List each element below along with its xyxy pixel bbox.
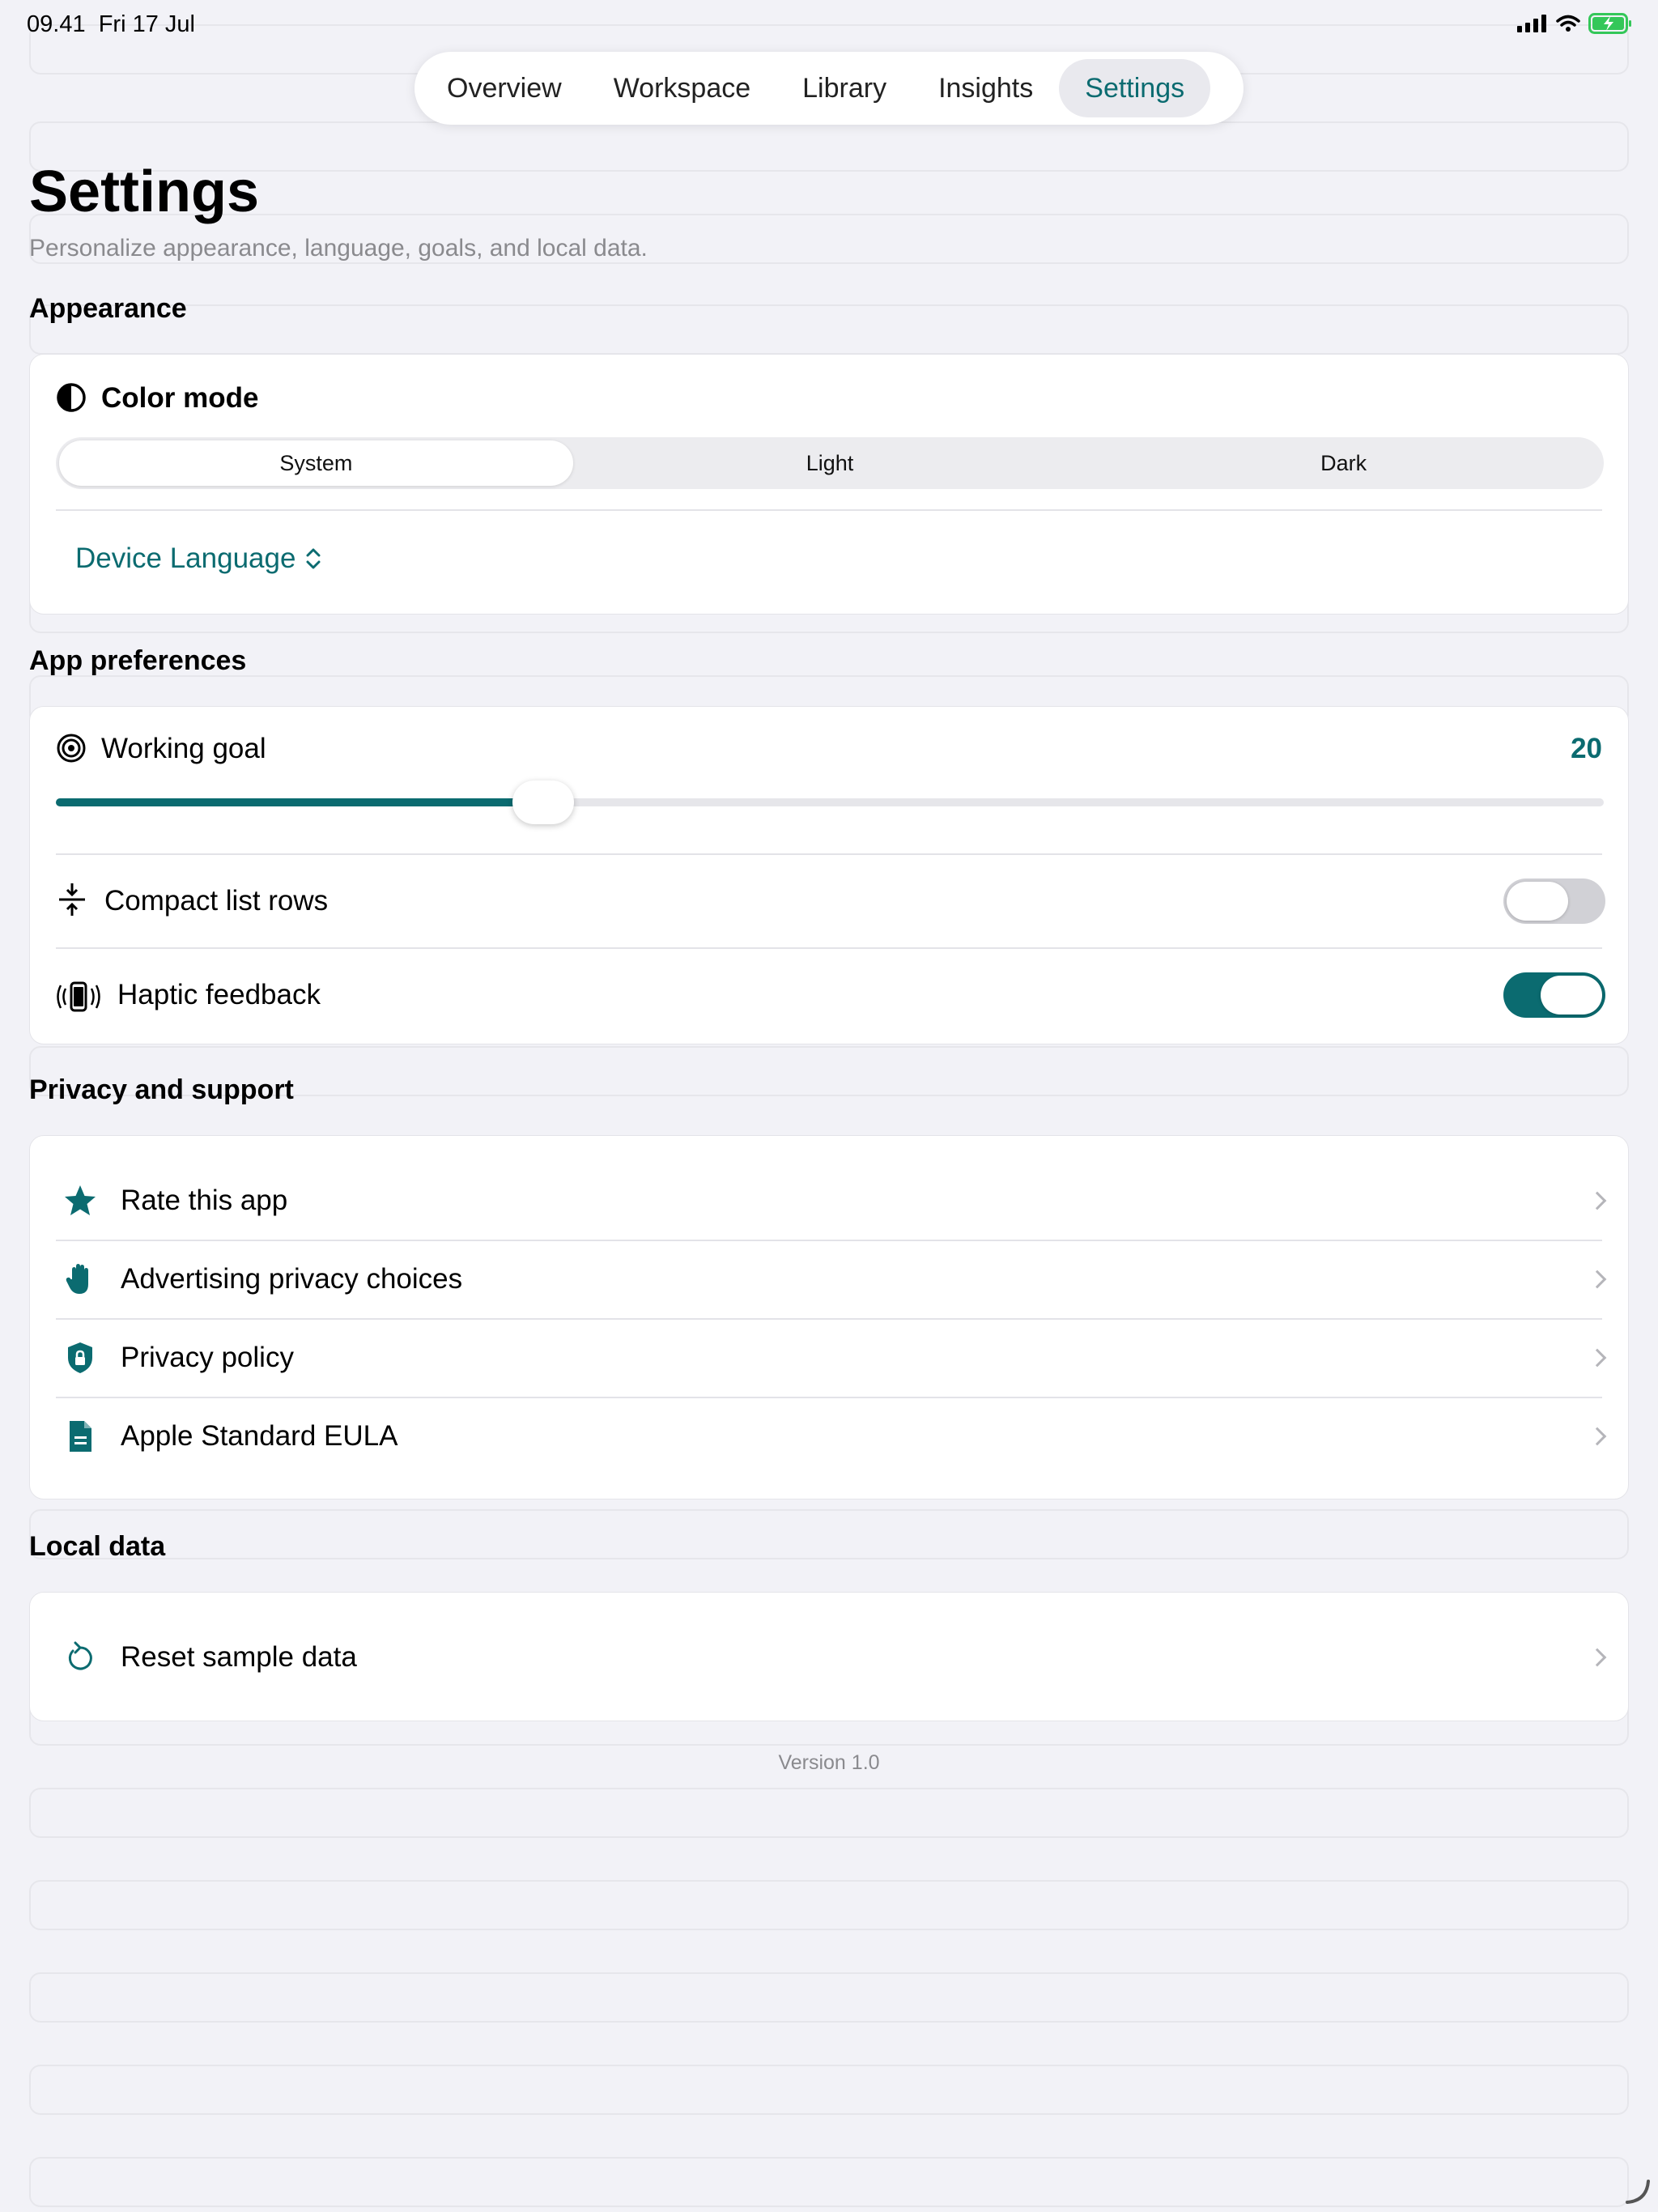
rate-app-label: Rate this app — [121, 1185, 288, 1216]
row-rate-app[interactable]: Rate this app — [30, 1162, 1628, 1240]
background-row — [29, 304, 1629, 355]
preferences-card: Working goal 20 Compact list rows Haptic… — [29, 706, 1629, 1044]
status-bar-time: 09.41 Fri 17 Jul — [27, 11, 195, 38]
background-row — [29, 121, 1629, 172]
tab-overview[interactable]: Overview — [421, 59, 588, 117]
tab-settings[interactable]: Settings — [1059, 59, 1211, 117]
section-heading-privacy-support: Privacy and support — [29, 1074, 294, 1105]
chevron-right-icon — [1588, 1191, 1607, 1210]
chevron-right-icon — [1588, 1270, 1607, 1289]
chevron-right-icon — [1588, 1427, 1607, 1446]
tab-bar: Overview Workspace Library Insights Sett… — [414, 52, 1244, 125]
segment-system[interactable]: System — [59, 440, 573, 486]
row-privacy-policy[interactable]: Privacy policy — [30, 1319, 1628, 1397]
cellular-signal-icon — [1517, 15, 1546, 32]
divider — [56, 947, 1602, 949]
page-title: Settings — [29, 160, 260, 224]
section-heading-appearance: Appearance — [29, 293, 187, 324]
slider-thumb[interactable] — [512, 781, 575, 824]
color-mode-label: Color mode — [101, 382, 259, 414]
divider — [56, 853, 1602, 855]
date-text: Fri 17 Jul — [98, 11, 195, 37]
section-heading-app-preferences: App preferences — [29, 645, 247, 676]
row-advertising-privacy[interactable]: Advertising privacy choices — [30, 1240, 1628, 1318]
tab-insights[interactable]: Insights — [912, 59, 1059, 117]
row-eula[interactable]: Apple Standard EULA — [30, 1397, 1628, 1475]
advertising-privacy-label: Advertising privacy choices — [121, 1263, 463, 1295]
reset-arrow-icon — [68, 1641, 92, 1670]
chevron-right-icon — [1588, 1648, 1607, 1667]
chevron-right-icon — [1588, 1348, 1607, 1368]
haptic-feedback-toggle[interactable] — [1503, 972, 1605, 1018]
segment-dark[interactable]: Dark — [1086, 440, 1601, 486]
haptic-phone-icon — [57, 981, 100, 1012]
document-icon — [70, 1421, 91, 1452]
reset-sample-data-label: Reset sample data — [121, 1641, 357, 1673]
target-icon — [57, 734, 86, 763]
language-picker-label: Device Language — [75, 542, 296, 574]
color-mode-icon — [57, 383, 86, 412]
background-row — [29, 1509, 1629, 1559]
background-row — [29, 1788, 1629, 1838]
status-bar-indicators — [1517, 13, 1632, 34]
privacy-card: Rate this app Advertising privacy choice… — [29, 1135, 1629, 1499]
toggle-knob — [1507, 882, 1568, 921]
working-goal-slider[interactable] — [56, 781, 1604, 824]
local-data-card: Reset sample data — [29, 1592, 1629, 1721]
working-goal-value: 20 — [1571, 733, 1602, 764]
language-picker[interactable]: Device Language — [75, 542, 321, 575]
color-mode-segmented-control: System Light Dark — [56, 437, 1604, 489]
clock-text: 09.41 — [27, 11, 86, 37]
page-subtitle: Personalize appearance, language, goals,… — [29, 235, 648, 262]
star-icon — [65, 1185, 96, 1215]
row-reset-sample-data[interactable]: Reset sample data — [30, 1619, 1628, 1696]
divider — [56, 509, 1602, 511]
wifi-icon — [1556, 15, 1580, 32]
privacy-policy-label: Privacy policy — [121, 1342, 294, 1373]
shield-lock-icon — [68, 1342, 92, 1373]
compact-list-rows-label: Compact list rows — [104, 885, 329, 917]
section-heading-local-data: Local data — [29, 1531, 166, 1562]
tab-workspace[interactable]: Workspace — [588, 59, 776, 117]
slider-fill — [56, 798, 544, 806]
compact-list-rows-toggle[interactable] — [1503, 878, 1605, 924]
working-goal-label: Working goal — [101, 733, 266, 764]
background-row — [29, 1972, 1629, 2023]
toggle-knob — [1541, 976, 1602, 1015]
window-resize-handle-icon[interactable] — [1624, 2178, 1652, 2206]
background-row — [29, 2065, 1629, 2115]
hand-icon — [66, 1264, 88, 1294]
battery-charging-icon — [1588, 13, 1631, 34]
compact-rows-icon — [59, 883, 85, 916]
segment-light[interactable]: Light — [573, 440, 1087, 486]
chevron-up-down-icon — [306, 548, 321, 569]
appearance-card: Color mode System Light Dark Device Lang… — [29, 354, 1629, 615]
eula-label: Apple Standard EULA — [121, 1420, 398, 1452]
background-row — [29, 1880, 1629, 1930]
tab-library[interactable]: Library — [776, 59, 912, 117]
haptic-feedback-label: Haptic feedback — [117, 979, 321, 1010]
version-label: Version 1.0 — [778, 1751, 880, 1774]
background-row — [29, 2157, 1629, 2207]
